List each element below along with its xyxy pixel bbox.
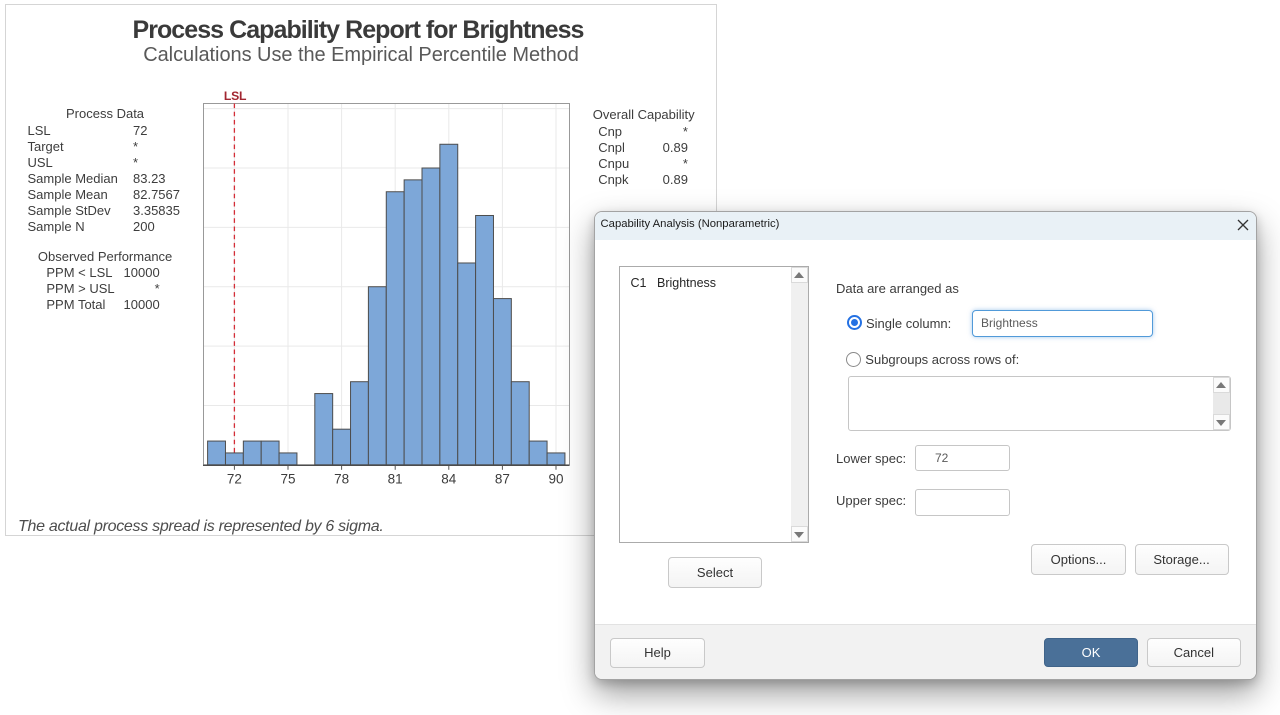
svg-text:72: 72 [226, 472, 241, 487]
svg-text:84: 84 [441, 472, 457, 487]
svg-text:87: 87 [494, 472, 509, 487]
svg-text:90: 90 [548, 472, 563, 487]
svg-text:LSL: LSL [223, 89, 246, 103]
svg-text:75: 75 [280, 472, 295, 487]
svg-text:78: 78 [334, 472, 349, 487]
svg-text:81: 81 [387, 472, 402, 487]
